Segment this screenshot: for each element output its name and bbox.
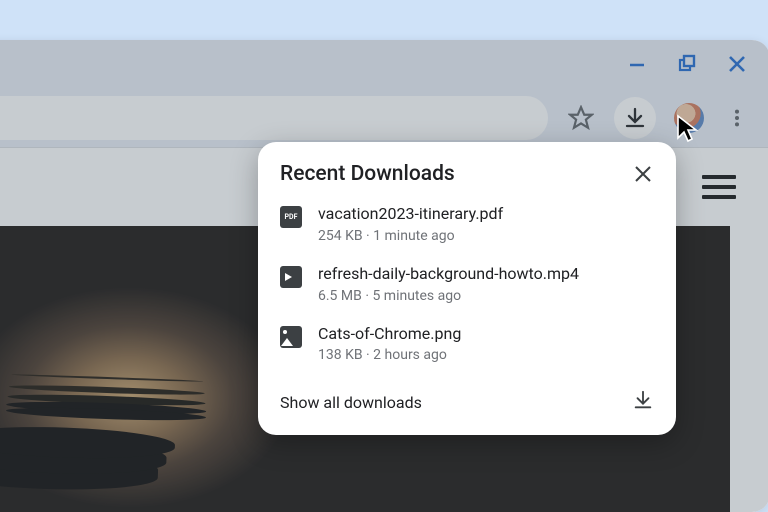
popup-title: Recent Downloads — [280, 162, 455, 186]
window-titlebar — [0, 40, 768, 88]
download-item[interactable]: refresh-daily-background-howto.mp4 6.5 M… — [280, 264, 654, 304]
minimize-button[interactable] — [626, 53, 648, 75]
omnibox[interactable] — [0, 96, 548, 140]
download-filename: refresh-daily-background-howto.mp4 — [318, 264, 579, 285]
download-item[interactable]: Cats-of-Chrome.png 138 KB · 2 hours ago — [280, 324, 654, 364]
downloads-list: PDF vacation2023-itinerary.pdf 254 KB · … — [280, 204, 654, 363]
image-icon — [280, 326, 302, 348]
download-meta: 6.5 MB · 5 minutes ago — [318, 288, 579, 304]
video-icon — [280, 266, 302, 288]
maximize-button[interactable] — [676, 53, 698, 75]
download-meta: 254 KB · 1 minute ago — [318, 228, 503, 244]
download-item[interactable]: PDF vacation2023-itinerary.pdf 254 KB · … — [280, 204, 654, 244]
toolbar — [0, 88, 768, 148]
profile-avatar[interactable] — [674, 103, 704, 133]
kebab-menu-icon[interactable] — [722, 103, 752, 133]
download-icon[interactable] — [632, 389, 654, 415]
download-filename: vacation2023-itinerary.pdf — [318, 204, 503, 225]
download-filename: Cats-of-Chrome.png — [318, 324, 461, 345]
downloads-popup: Recent Downloads PDF vacation2023-itiner… — [258, 142, 676, 435]
site-menu-icon[interactable] — [702, 175, 736, 199]
pdf-icon: PDF — [280, 206, 302, 228]
show-all-downloads-link[interactable]: Show all downloads — [280, 393, 422, 412]
close-popup-button[interactable] — [632, 163, 654, 185]
download-meta: 138 KB · 2 hours ago — [318, 347, 461, 363]
downloads-button[interactable] — [614, 97, 656, 139]
close-window-button[interactable] — [726, 53, 748, 75]
bookmark-star-icon[interactable] — [566, 103, 596, 133]
